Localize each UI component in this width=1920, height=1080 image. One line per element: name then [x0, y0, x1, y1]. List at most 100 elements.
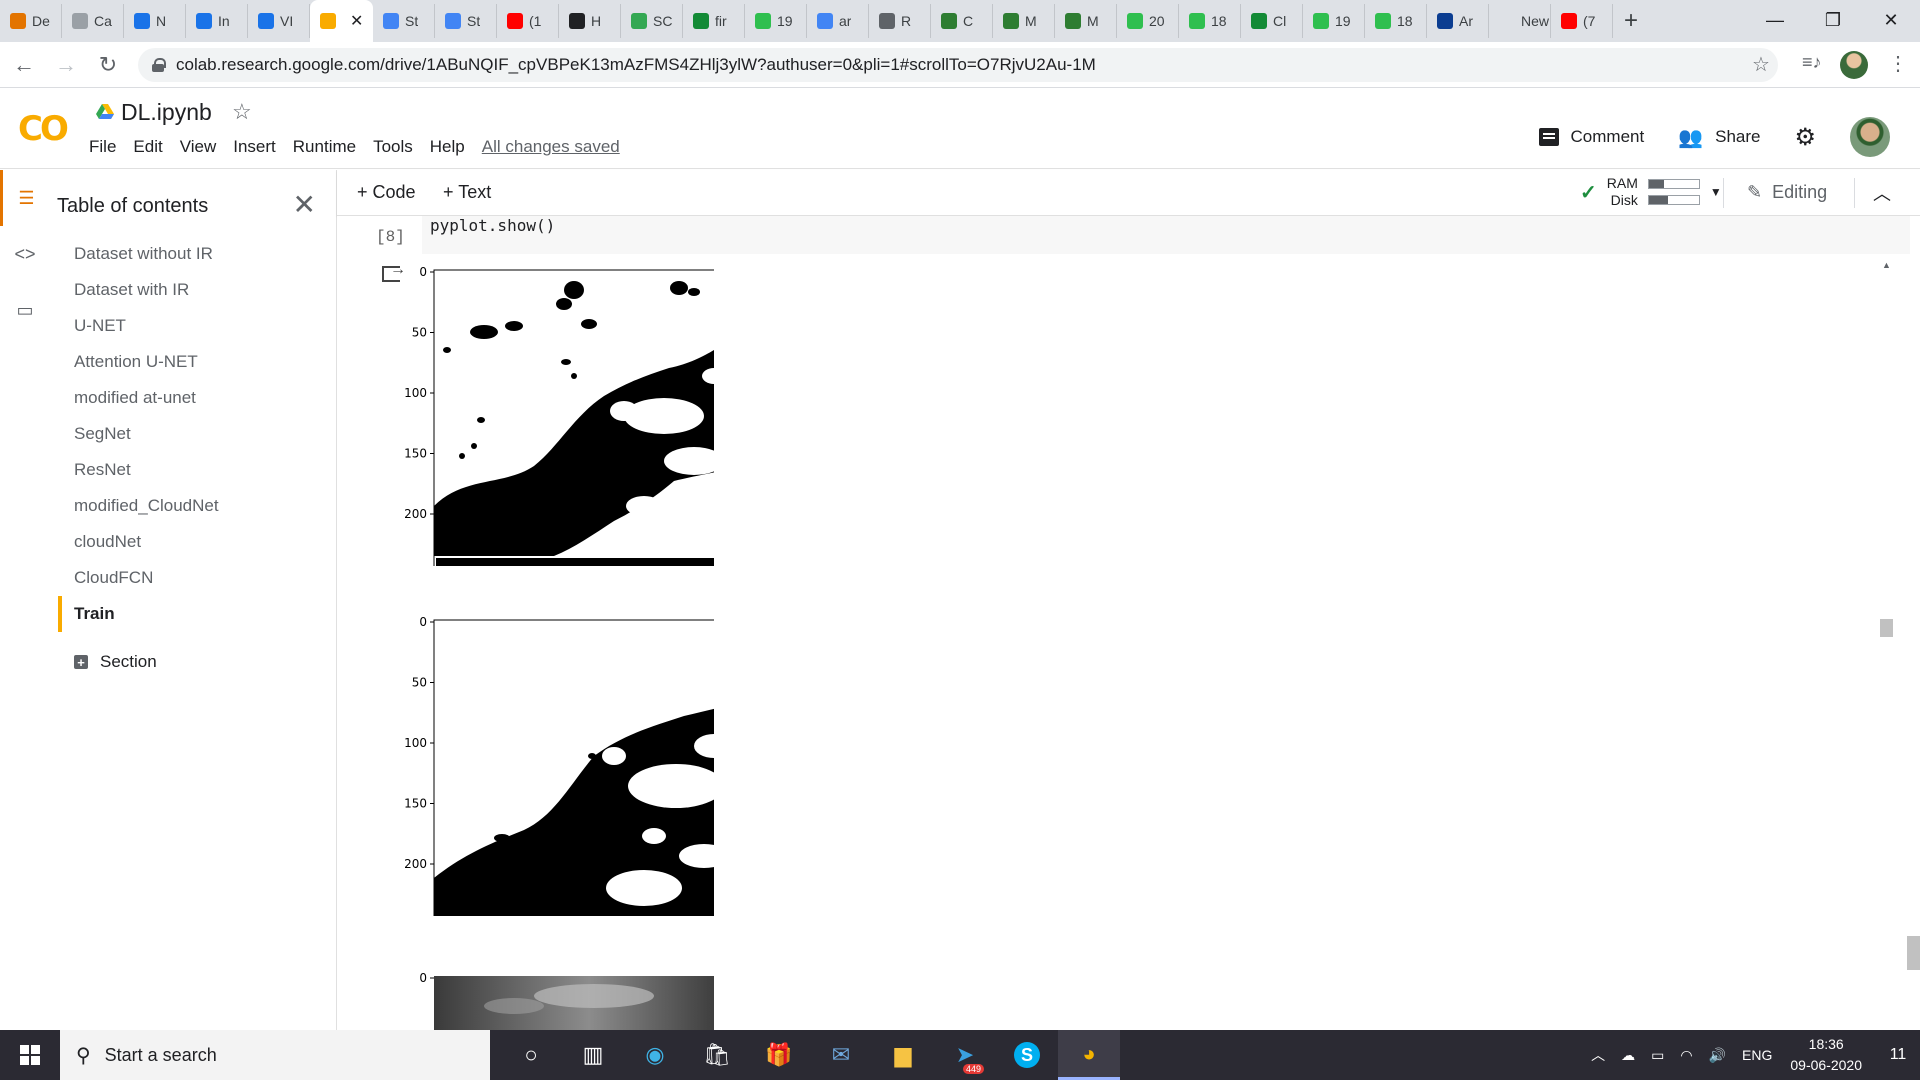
browser-tab[interactable]: SC: [621, 4, 683, 38]
browser-tab[interactable]: Cl: [1241, 4, 1303, 38]
wifi-icon[interactable]: ◠: [1680, 1047, 1692, 1064]
toc-item[interactable]: ResNet: [50, 452, 336, 488]
network-error-icon[interactable]: ☁: [1621, 1047, 1635, 1064]
chevron-up-icon[interactable]: ︿: [1873, 180, 1891, 206]
volume-icon[interactable]: 🔊: [1709, 1047, 1726, 1064]
task-view-icon[interactable]: ▥: [562, 1030, 624, 1080]
scroll-up-arrow-icon[interactable]: ▲: [1882, 260, 1891, 270]
close-tab-icon[interactable]: ✕: [350, 11, 363, 31]
colab-logo[interactable]: CO: [18, 109, 69, 149]
maximize-button[interactable]: ❐: [1804, 0, 1862, 40]
profile-avatar[interactable]: [1840, 51, 1868, 79]
output-scroll-thumb[interactable]: [1880, 619, 1893, 637]
toc-item[interactable]: SegNet: [50, 416, 336, 452]
browser-tab[interactable]: Ca: [62, 4, 124, 38]
add-section-button[interactable]: + Section: [50, 644, 336, 680]
share-button[interactable]: 👥 Share: [1678, 125, 1760, 150]
toc-item[interactable]: Dataset without IR: [50, 236, 336, 272]
editing-mode-button[interactable]: ✎ Editing: [1747, 182, 1827, 203]
menu-edit[interactable]: Edit: [133, 137, 162, 157]
chrome-taskbar-icon[interactable]: ◕: [1058, 1030, 1120, 1080]
folder-icon[interactable]: ▭: [0, 282, 50, 338]
browser-tab[interactable]: De: [0, 4, 62, 38]
browser-tab[interactable]: Ar: [1427, 4, 1489, 38]
code-cell-editor[interactable]: pyplot.show(): [422, 216, 1910, 254]
file-explorer-icon[interactable]: ▆: [872, 1030, 934, 1080]
browser-tab[interactable]: 19: [745, 4, 807, 38]
clock[interactable]: 18:36 09-06-2020: [1790, 1034, 1862, 1076]
store-icon[interactable]: 🛍: [686, 1030, 748, 1080]
toc-item[interactable]: Train: [58, 596, 336, 632]
star-notebook-icon[interactable]: ☆: [232, 99, 252, 125]
page-scroll-thumb[interactable]: [1907, 936, 1920, 970]
skype-icon[interactable]: S: [996, 1030, 1058, 1080]
toc-item[interactable]: CloudFCN: [50, 560, 336, 596]
browser-tab[interactable]: fir: [683, 4, 745, 38]
toc-item[interactable]: modified at-unet: [50, 380, 336, 416]
browser-tab[interactable]: 18: [1365, 4, 1427, 38]
browser-tab[interactable]: ar: [807, 4, 869, 38]
menu-runtime[interactable]: Runtime: [293, 137, 356, 157]
close-icon[interactable]: ✕: [293, 188, 316, 221]
chevron-up-icon[interactable]: ︿: [1591, 1045, 1605, 1065]
browser-tab[interactable]: H: [559, 4, 621, 38]
save-status-link[interactable]: All changes saved: [482, 137, 620, 157]
browser-tab[interactable]: St: [373, 4, 435, 38]
toc-item[interactable]: U-NET: [50, 308, 336, 344]
notification-center-button[interactable]: 11: [1876, 1030, 1920, 1080]
browser-tab[interactable]: M: [1055, 4, 1117, 38]
browser-tab[interactable]: St: [435, 4, 497, 38]
minimize-button[interactable]: —: [1746, 0, 1804, 40]
browser-tab[interactable]: In: [186, 4, 248, 38]
forward-button[interactable]: →: [48, 47, 84, 83]
toc-item[interactable]: cloudNet: [50, 524, 336, 560]
menu-view[interactable]: View: [180, 137, 217, 157]
cortana-icon[interactable]: ○: [500, 1030, 562, 1080]
taskbar-search[interactable]: ⚲ Start a search: [60, 1030, 490, 1080]
address-bar[interactable]: colab.research.google.com/drive/1ABuNQIF…: [138, 48, 1778, 82]
close-window-button[interactable]: ✕: [1862, 0, 1920, 40]
settings-gear-icon[interactable]: ⚙: [1794, 123, 1816, 152]
menu-tools[interactable]: Tools: [373, 137, 413, 157]
browser-tab[interactable]: 18: [1179, 4, 1241, 38]
menu-insert[interactable]: Insert: [233, 137, 276, 157]
new-tab-button[interactable]: +: [1613, 4, 1649, 38]
telegram-icon[interactable]: ➤ 449: [934, 1030, 996, 1080]
browser-tab[interactable]: N: [124, 4, 186, 38]
reload-button[interactable]: ↻: [90, 47, 126, 83]
browser-tab[interactable]: C: [931, 4, 993, 38]
language-indicator[interactable]: ENG: [1742, 1047, 1772, 1063]
browser-tab[interactable]: M: [993, 4, 1055, 38]
battery-icon[interactable]: ▭: [1651, 1047, 1664, 1064]
resource-monitor[interactable]: ✓ RAM Disk ▼: [1580, 175, 1722, 209]
account-avatar[interactable]: [1850, 117, 1890, 157]
notebook-title[interactable]: DL.ipynb: [121, 99, 212, 126]
code-snippets-icon[interactable]: <>: [0, 226, 50, 282]
drive-icon[interactable]: [96, 104, 114, 120]
browser-tab[interactable]: 19: [1303, 4, 1365, 38]
browser-tab[interactable]: R: [869, 4, 931, 38]
back-button[interactable]: ←: [6, 47, 42, 83]
output-scrollbar[interactable]: [1877, 256, 1891, 1030]
menu-help[interactable]: Help: [430, 137, 465, 157]
start-button[interactable]: [0, 1030, 60, 1080]
menu-file[interactable]: File: [89, 137, 116, 157]
browser-tab[interactable]: New T: [1489, 4, 1551, 38]
toc-item[interactable]: modified_CloudNet: [50, 488, 336, 524]
gift-icon[interactable]: 🎁: [748, 1030, 810, 1080]
mail-icon[interactable]: ✉: [810, 1030, 872, 1080]
toc-rail-icon[interactable]: ☰: [0, 170, 50, 226]
browser-tab[interactable]: VI: [248, 4, 310, 38]
browser-tab[interactable]: ✕: [310, 0, 373, 42]
browser-tab[interactable]: (1: [497, 4, 559, 38]
comment-button[interactable]: Comment: [1538, 127, 1644, 147]
browser-tab[interactable]: 20: [1117, 4, 1179, 38]
chevron-down-icon[interactable]: ▼: [1710, 185, 1722, 199]
add-text-button[interactable]: + Text: [443, 182, 491, 203]
media-control-icon[interactable]: ≡♪: [1802, 52, 1822, 73]
toc-item[interactable]: Dataset with IR: [50, 272, 336, 308]
add-code-button[interactable]: + Code: [357, 182, 416, 203]
toc-item[interactable]: Attention U-NET: [50, 344, 336, 380]
browser-tab[interactable]: (7: [1551, 4, 1613, 38]
edge-icon[interactable]: ◉: [624, 1030, 686, 1080]
